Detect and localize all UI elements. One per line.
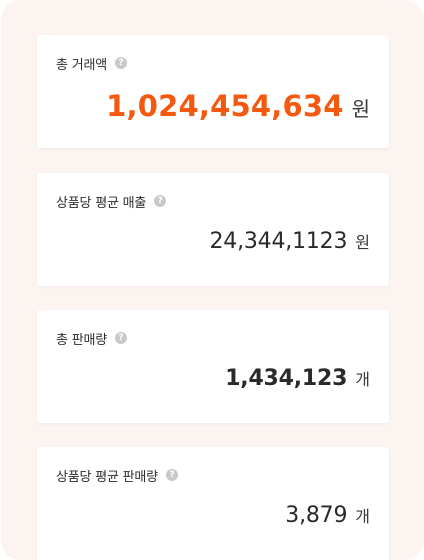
- card-title: 상품당 평균 판매량: [56, 469, 158, 485]
- stat-value: 1,434,123: [225, 366, 348, 391]
- stat-value: 3,879: [285, 503, 348, 528]
- card-header: 총 거래액 ?: [56, 54, 127, 73]
- help-icon[interactable]: ?: [165, 469, 178, 481]
- stat-unit: 원: [355, 233, 370, 252]
- stat-card-total-transaction: 총 거래액 ? 1,024,454,634 원: [37, 35, 389, 148]
- card-header: 상품당 평균 판매량 ?: [56, 466, 178, 485]
- help-icon[interactable]: ?: [154, 195, 167, 207]
- card-value-row: 3,879 개: [285, 503, 370, 537]
- help-icon[interactable]: ?: [114, 332, 127, 344]
- card-value-row: 1,024,454,634 원: [106, 89, 370, 123]
- card-header: 총 판매량 ?: [56, 329, 127, 348]
- stats-panel: 총 거래액 ? 1,024,454,634 원 상품당 평균 매출 ? 24,3…: [1, 0, 424, 560]
- card-value-row: 24,344,1123 원: [210, 229, 371, 263]
- card-title: 총 판매량: [56, 332, 107, 348]
- card-value-row: 1,434,123 개: [225, 366, 370, 400]
- stat-unit: 개: [355, 370, 370, 389]
- stat-value: 1,024,454,634: [106, 89, 344, 123]
- card-header: 상품당 평균 매출 ?: [56, 192, 167, 211]
- card-title: 총 거래액: [56, 57, 107, 73]
- stat-unit: 원: [351, 97, 370, 121]
- stat-card-avg-sales-per-product: 상품당 평균 매출 ? 24,344,1123 원: [37, 173, 389, 286]
- card-title: 상품당 평균 매출: [56, 195, 147, 211]
- help-icon[interactable]: ?: [114, 57, 127, 69]
- stat-value: 24,344,1123: [209, 229, 348, 254]
- stat-card-total-sales-volume: 총 판매량 ? 1,434,123 개: [37, 310, 389, 423]
- stat-unit: 개: [355, 507, 370, 526]
- stat-card-avg-volume-per-product: 상품당 평균 판매량 ? 3,879 개: [37, 447, 389, 560]
